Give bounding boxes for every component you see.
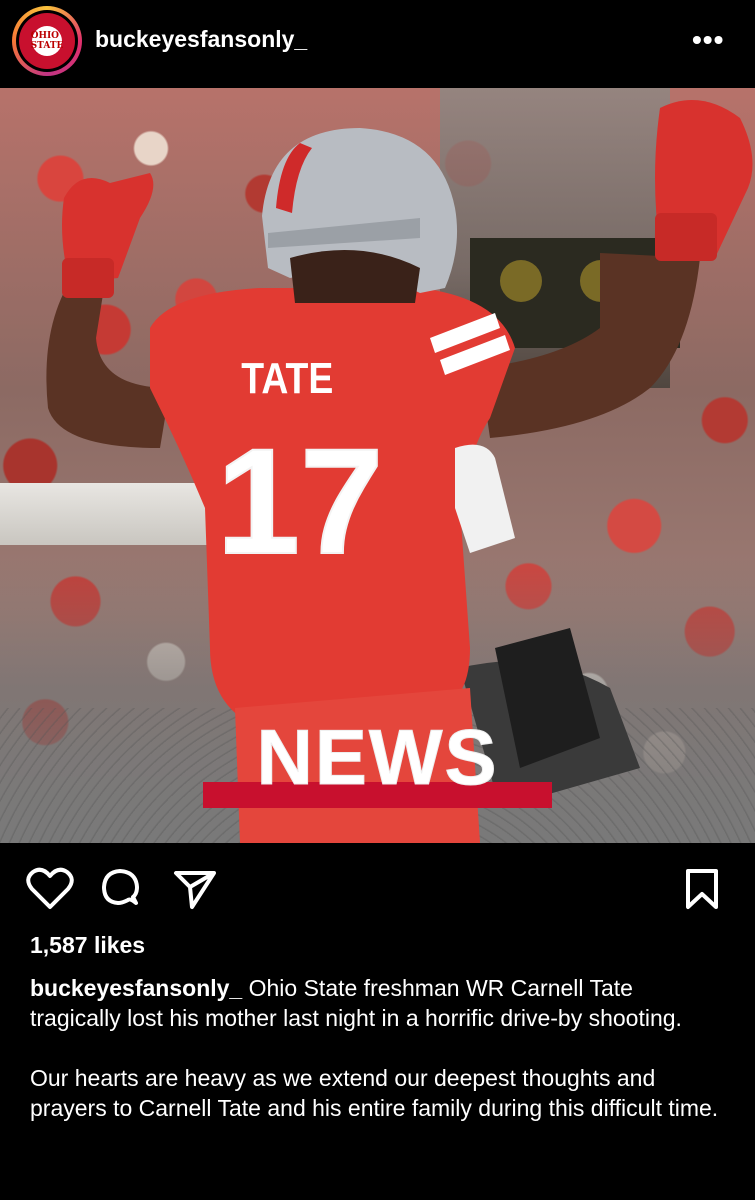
post-username[interactable]: buckeyesfansonly_ (95, 26, 307, 53)
post-caption: buckeyesfansonly_ Ohio State freshman WR… (30, 973, 730, 1123)
avatar[interactable]: OHIO STATE (12, 6, 82, 76)
avatar-border: OHIO STATE (16, 10, 78, 72)
heart-icon[interactable] (26, 867, 74, 911)
comment-icon[interactable] (100, 867, 144, 911)
jersey-name: TATE (241, 353, 333, 403)
news-banner: NEWS (0, 713, 755, 816)
more-options-icon[interactable]: ••• (692, 24, 724, 56)
post-image[interactable]: TATE 17 NEWS (0, 88, 755, 843)
caption-paragraph-2: Our hearts are heavy as we extend our de… (30, 1065, 719, 1121)
block-o-icon: OHIO STATE (31, 26, 63, 56)
news-label: NEWS (256, 713, 499, 802)
jersey-number: 17 (217, 417, 384, 585)
left-wristband (62, 258, 114, 298)
ohio-state-logo: OHIO STATE (19, 13, 75, 69)
post-actions (0, 843, 755, 933)
likes-count[interactable]: 1,587 likes (30, 932, 145, 959)
post-header: OHIO STATE buckeyesfansonly_ ••• (0, 0, 755, 88)
caption-username[interactable]: buckeyesfansonly_ (30, 975, 242, 1001)
share-icon[interactable] (172, 867, 218, 911)
teammate-wrist-tape (455, 444, 515, 553)
bookmark-icon[interactable] (684, 867, 720, 911)
right-wristband (655, 213, 717, 261)
